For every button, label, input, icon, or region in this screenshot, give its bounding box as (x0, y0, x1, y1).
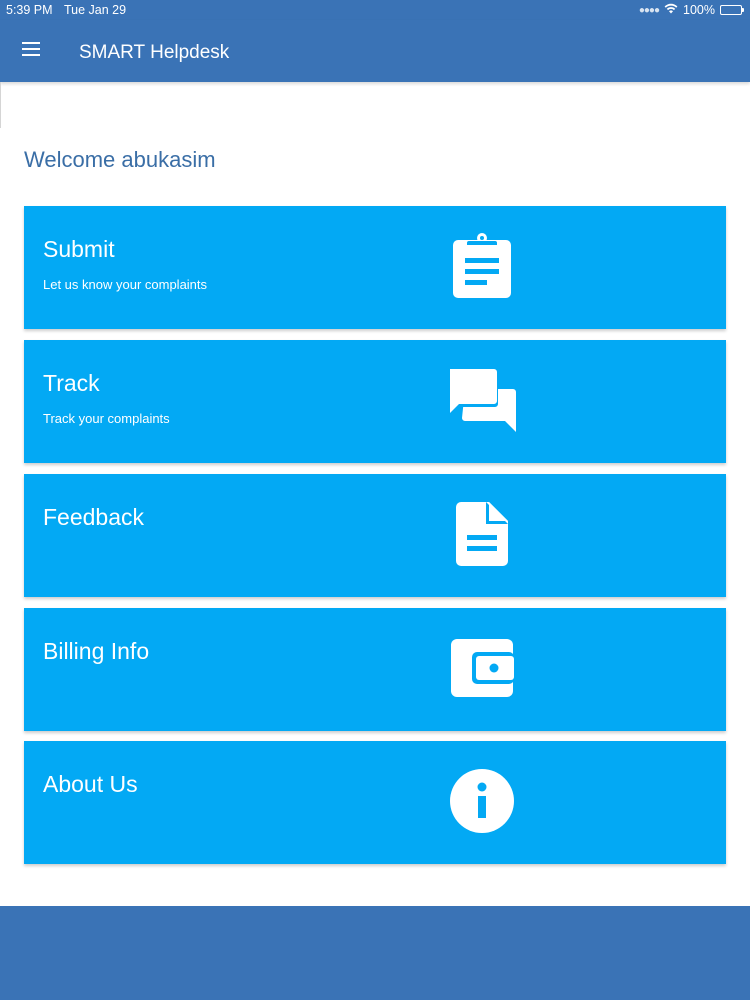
tile-title: About Us (43, 771, 138, 797)
signal-dots-icon: ●●●● (638, 4, 660, 16)
hamburger-icon (22, 41, 40, 61)
status-time: 5:39 PM (6, 3, 53, 17)
wifi-icon (664, 3, 678, 17)
info-icon (444, 763, 520, 839)
welcome-text: Welcome abukasim (24, 147, 216, 172)
tile-title: Feedback (43, 504, 145, 530)
tile-title: Track (43, 370, 100, 396)
tile-feedback[interactable]: Feedback (24, 474, 726, 597)
tile-title: Billing Info (43, 638, 150, 664)
menu-button[interactable] (14, 34, 48, 68)
wallet-icon (444, 630, 520, 706)
app-bar: SMART Helpdesk (0, 20, 750, 82)
app-title: SMART Helpdesk (79, 42, 230, 63)
divider (0, 82, 1, 128)
tile-submit[interactable]: Submit Let us know your complaints (24, 206, 726, 329)
tile-track[interactable]: Track Track your complaints (24, 340, 726, 463)
tile-title: Submit (43, 236, 115, 262)
status-bar: 5:39 PM Tue Jan 29 ●●●● 100% (0, 0, 750, 20)
tile-billing-info[interactable]: Billing Info (24, 608, 726, 731)
tile-about-us[interactable]: About Us (24, 741, 726, 864)
status-right: ●●●● 100% (638, 3, 744, 17)
battery-percent: 100% (683, 3, 715, 17)
document-icon (444, 496, 520, 572)
bottom-bar (0, 906, 750, 1000)
tile-subtitle: Let us know your complaints (43, 277, 208, 292)
clipboard-icon (444, 228, 520, 304)
battery-icon (720, 5, 744, 15)
status-date: Tue Jan 29 (64, 3, 127, 17)
chat-bubbles-icon (444, 362, 520, 438)
tile-subtitle: Track your complaints (43, 411, 170, 426)
